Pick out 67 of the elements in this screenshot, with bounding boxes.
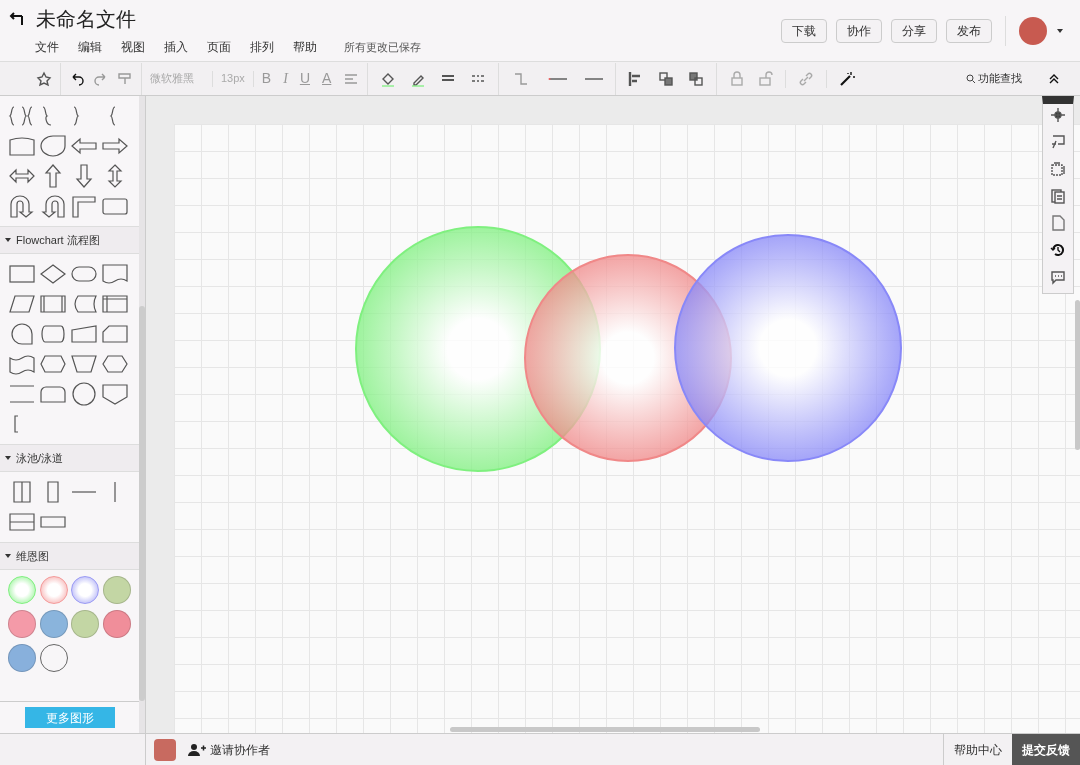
- scrollbar[interactable]: [1075, 300, 1080, 450]
- feedback-button[interactable]: 提交反馈: [1012, 734, 1080, 765]
- caret-icon[interactable]: [1056, 26, 1064, 35]
- cylinder-icon[interactable]: [39, 322, 67, 346]
- link-icon[interactable]: [798, 70, 815, 87]
- manual-input-icon[interactable]: [70, 322, 98, 346]
- header-button[interactable]: 发布: [946, 18, 992, 43]
- caret-icon: [4, 454, 12, 462]
- tape-icon[interactable]: [8, 352, 36, 376]
- invite-button[interactable]: 邀请协作者: [188, 740, 270, 759]
- scrollbar[interactable]: [139, 306, 145, 701]
- back-arrow-icon[interactable]: [8, 12, 24, 26]
- avatar[interactable]: [154, 738, 176, 761]
- process-icon[interactable]: [39, 292, 67, 316]
- document-title[interactable]: 未命名文件: [36, 4, 136, 34]
- preparation-icon[interactable]: [39, 352, 67, 376]
- avatar[interactable]: [1019, 16, 1047, 45]
- menu-item[interactable]: 视图: [121, 38, 145, 56]
- venn-shape[interactable]: [39, 576, 68, 604]
- venn-circle[interactable]: [674, 234, 902, 462]
- document-icon[interactable]: [101, 262, 129, 286]
- search-icon: [966, 73, 976, 84]
- scrollbar[interactable]: [450, 727, 760, 732]
- menu-item[interactable]: 插入: [164, 38, 188, 56]
- u-turn-arrow-icon[interactable]: [8, 194, 36, 218]
- formula-icon[interactable]: [1050, 134, 1066, 150]
- feature-search[interactable]: 功能查找: [966, 70, 1046, 87]
- card-icon[interactable]: [101, 322, 129, 346]
- venn-shape[interactable]: [71, 576, 99, 604]
- rectangle-icon[interactable]: [8, 262, 36, 286]
- header-button[interactable]: 下载: [781, 18, 827, 43]
- lines-icon[interactable]: [8, 382, 36, 406]
- hexagon-icon[interactable]: [101, 352, 129, 376]
- menu-item[interactable]: 帮助: [293, 38, 317, 56]
- u-turn-arrow-icon[interactable]: [39, 194, 67, 218]
- bring-forward-icon[interactable]: [658, 70, 675, 87]
- section-header[interactable]: 泳池/泳道: [0, 444, 139, 472]
- header-button[interactable]: 协作: [836, 18, 882, 43]
- off-page-icon[interactable]: [101, 382, 129, 406]
- menu-item[interactable]: 文件: [35, 38, 59, 56]
- section-header[interactable]: Flowchart 流程图: [0, 226, 139, 254]
- page-icon[interactable]: [1050, 215, 1066, 231]
- header-button[interactable]: 分享: [891, 18, 937, 43]
- history-icon[interactable]: [1050, 242, 1066, 258]
- shape-icon[interactable]: [8, 134, 36, 158]
- save-status: 所有更改已保存: [344, 39, 421, 55]
- magic-wand-icon[interactable]: [839, 70, 856, 87]
- send-backward-icon[interactable]: [688, 70, 705, 87]
- corner-icon[interactable]: [70, 194, 98, 218]
- page-size-icon[interactable]: [1050, 161, 1066, 177]
- caret-icon: [4, 236, 12, 244]
- diamond-icon[interactable]: [39, 262, 67, 286]
- add-user-icon: [188, 742, 206, 757]
- pool-icon[interactable]: [8, 510, 36, 534]
- teardrop-icon[interactable]: [39, 134, 67, 158]
- caret-icon: [4, 552, 12, 560]
- trapezoid-icon[interactable]: [70, 352, 98, 376]
- parallelogram-icon[interactable]: [8, 292, 36, 316]
- target-icon[interactable]: [1050, 107, 1066, 123]
- comment-icon[interactable]: [1050, 269, 1066, 285]
- menu-item[interactable]: 页面: [207, 38, 231, 56]
- section-header[interactable]: 维恩图: [0, 542, 139, 570]
- internal-storage-icon[interactable]: [101, 292, 129, 316]
- pages-icon[interactable]: [1050, 188, 1066, 204]
- paint-format-icon[interactable]: [117, 70, 133, 87]
- menu-item[interactable]: 编辑: [78, 38, 102, 56]
- menu-item[interactable]: 排列: [250, 38, 274, 56]
